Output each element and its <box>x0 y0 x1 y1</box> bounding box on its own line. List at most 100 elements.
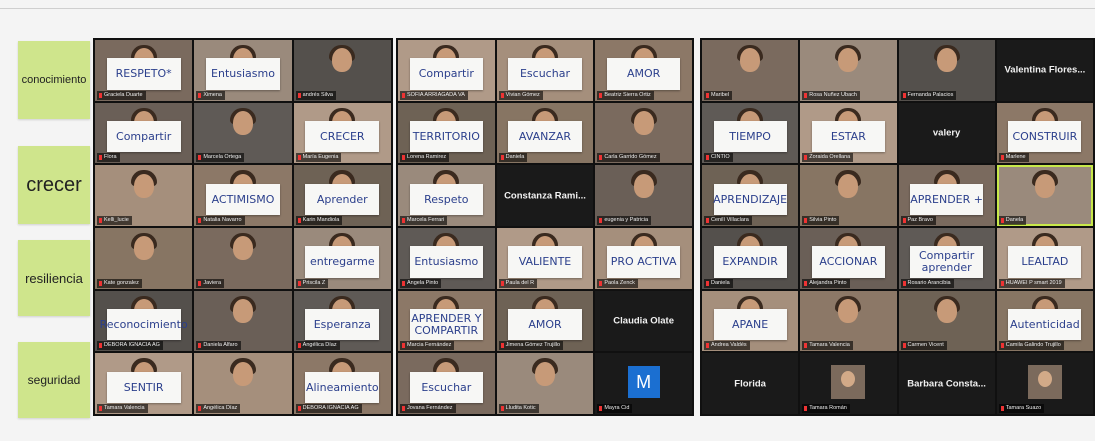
video-tile-mar-a-eugenia[interactable]: CRECER María Eugenia <box>293 102 391 164</box>
video-tile-tamara-rom-n[interactable]: Tamara Román <box>800 353 897 414</box>
handwritten-sign: AMOR <box>508 308 582 341</box>
participant-face <box>232 236 253 261</box>
participant-name-label: Priscila Z <box>295 278 329 288</box>
handwritten-sign: ACCIONAR <box>811 246 885 278</box>
participant-name-label: Angela Pinto <box>400 278 442 288</box>
video-tile-tamara-valencia[interactable]: SENTIR Tamara Valencia <box>95 353 193 414</box>
video-tile-barbara-consta[interactable]: Barbara Consta... <box>898 353 995 414</box>
video-tile-angela-pinto[interactable]: Entusiasmo Angela Pinto <box>398 228 495 289</box>
video-tile-ang-lica-d-az[interactable]: Esperanza Angélica Díaz <box>293 290 391 352</box>
video-tile-beatriz-sierra-ortiz[interactable]: AMOR Beatriz Sierra Ortiz <box>595 40 692 101</box>
participant-name-display: Barbara Consta... <box>907 378 986 390</box>
participant-name-label: Mayra Cid <box>597 403 633 413</box>
video-tile-andr-s-silva[interactable]: andrés Silva <box>293 40 391 101</box>
video-tile-paola-zenck[interactable]: PRO ACTIVA Paola Zenck <box>595 228 692 289</box>
video-tile-jimena-g-mez-trujillo[interactable]: AMOR Jimena Gómez Trujillo <box>496 290 594 352</box>
video-tile-debora-ignacia-ag[interactable]: Reconocimiento DEBORA IGNACIA AG <box>95 290 193 352</box>
video-tile-daniela-alfaro[interactable]: Daniela Alfaro <box>194 290 292 352</box>
video-tile-lludita-kotic[interactable]: Lludita Kotic <box>496 353 594 414</box>
participant-name-label: Natalia Navarro <box>196 215 245 225</box>
video-tile-tamara-suazo[interactable]: Tamara Suazo <box>996 353 1093 414</box>
participant-name-label: Rosario Arancibia <box>900 278 954 288</box>
handwritten-sign: LEALTAD <box>1008 246 1082 278</box>
video-tile-maribel[interactable]: Maribel <box>702 40 799 101</box>
participant-name-label: Graciela Duarte <box>97 90 146 100</box>
handwritten-sign: AMOR <box>606 58 681 90</box>
handwritten-sign: SENTIR <box>106 371 181 404</box>
video-tile-flora[interactable]: Compartir Flora <box>95 102 193 164</box>
handwritten-sign: entregarme <box>305 246 380 278</box>
video-tile-danela[interactable]: Danela <box>996 165 1093 226</box>
participant-name-label: Ximena <box>196 90 225 100</box>
participant-name-label: Jovana Fernández <box>400 403 456 413</box>
participant-name-label: Marcela Ferrari <box>400 215 448 225</box>
video-tile-andrea-vald-s[interactable]: APANE Andrea Valdés <box>702 290 799 352</box>
video-tile-ang-lica-d-az[interactable]: Angélica Díaz <box>194 353 292 414</box>
video-tile-javiera[interactable]: Javiera <box>194 228 292 289</box>
handwritten-sign: Compartir aprender <box>910 246 984 278</box>
handwritten-sign: TIEMPO <box>713 120 787 153</box>
video-tile-rosa-nu-ez-ubach[interactable]: Rosa Nuñez Ubach <box>800 40 897 101</box>
video-tile-carla-garrido-g-mez[interactable]: Carla Garrido Gómez <box>595 102 692 164</box>
video-tile-mayra-cid[interactable]: M Mayra Cid <box>595 353 692 414</box>
video-tile-daniela[interactable]: AVANZAR Daniela <box>496 102 594 164</box>
video-tile-cintio[interactable]: TIEMPO CINTIO <box>702 102 799 164</box>
handwritten-sign: Reconocimiento <box>100 308 188 341</box>
video-tile-karin-mandiola[interactable]: Aprender Karin Mandiola <box>293 165 391 226</box>
video-tile-sofia-arriagada-va[interactable]: Compartir SOFIA ARRIAGADA VA <box>398 40 495 101</box>
video-tile-ximena[interactable]: Entusiasmo Ximena <box>194 40 292 101</box>
participant-name-label: DEBORA IGNACIA AG <box>295 403 362 413</box>
participant-face <box>232 299 253 324</box>
sticky-note-seguridad: seguridad <box>18 342 90 418</box>
video-tile-debora-ignacia-ag[interactable]: Alineamiento DEBORA IGNACIA AG <box>293 353 391 414</box>
video-tile-vivian-g-mez[interactable]: Escuchar Vivian Gómez <box>496 40 594 101</box>
participant-name-label: Lludita Kotic <box>498 403 539 413</box>
participant-name-label: Carla Garrido Gómez <box>597 153 660 163</box>
participant-face <box>740 48 761 73</box>
video-grid-panel-1: RESPETO* Graciela Duarte Entusiasmo Ximena a… <box>93 38 393 416</box>
handwritten-sign: Entusiasmo <box>206 58 280 90</box>
video-tile-daniela[interactable]: EXPANDIR Daniela <box>702 228 799 289</box>
participant-name-label: Javiera <box>196 278 225 288</box>
top-divider <box>0 8 1095 9</box>
handwritten-sign: ESTAR <box>811 120 885 153</box>
video-tile-carmen-vicent[interactable]: Carmen Vicent <box>898 290 995 352</box>
video-tile-huawei-p-smart-2019[interactable]: LEALTAD HUAWEI P smart 2019 <box>996 228 1093 289</box>
video-tile-constanza-rami[interactable]: Constanza Rami... <box>496 165 594 226</box>
video-tile-valentina-flores[interactable]: Valentina Flores... <box>996 40 1093 101</box>
video-tile-eugenia-y-patricia[interactable]: eugenia y Patricia <box>595 165 692 226</box>
handwritten-sign: EXPANDIR <box>713 246 787 278</box>
video-tile-claudia-olate[interactable]: Claudia Olate <box>595 290 692 352</box>
participant-name-label: Tamara Román <box>802 403 850 413</box>
video-tile-marcela-ortega[interactable]: Marcela Ortega <box>194 102 292 164</box>
video-tile-marcela-ferrari[interactable]: Respeto Marcela Ferrari <box>398 165 495 226</box>
participant-name-label: Paola Zenck <box>597 278 638 288</box>
video-tile-fernanda-palacios[interactable]: Fernanda Palacios <box>898 40 995 101</box>
video-tile-paula-del-r[interactable]: VALIENTE Paula del R <box>496 228 594 289</box>
video-tile-marlene[interactable]: CONSTRUIR Marlene <box>996 102 1093 164</box>
avatar: M <box>627 365 660 398</box>
video-tile-cenil-villaclara[interactable]: APRENDIZAJE Cenilí Villaclara <box>702 165 799 226</box>
handwritten-sign: TERRITORIO <box>409 120 484 153</box>
video-tile-natalia-navarro[interactable]: ACTIMISMO Natalia Navarro <box>194 165 292 226</box>
video-tile-silvia-pinto[interactable]: Silvia Pinto <box>800 165 897 226</box>
video-tile-valery[interactable]: valery <box>898 102 995 164</box>
video-grid-panel-2: Compartir SOFIA ARRIAGADA VA Escuchar Vivia… <box>396 38 694 416</box>
video-tile-priscila-z[interactable]: entregarme Priscila Z <box>293 228 391 289</box>
video-tile-kate-gonzalez[interactable]: Kate gonzalez <box>95 228 193 289</box>
video-tile-lorena-ramirez[interactable]: TERRITORIO Lorena Ramirez <box>398 102 495 164</box>
participant-name-label: Andrea Valdés <box>704 341 750 351</box>
video-tile-camila-galindo-trujillo[interactable]: Autenticidad Camila Galindo Trujillo <box>996 290 1093 352</box>
video-tile-paz-bravo[interactable]: APRENDER + Paz Bravo <box>898 165 995 226</box>
video-tile-alejandra-pinto[interactable]: ACCIONAR Alejandra Pinto <box>800 228 897 289</box>
video-tile-rosario-arancibia[interactable]: Compartir aprender Rosario Arancibia <box>898 228 995 289</box>
participant-name-label: Vivian Gómez <box>498 90 543 100</box>
video-tile-tamara-valencia[interactable]: Tamara Valencia <box>800 290 897 352</box>
video-tile-zoraida-orellana[interactable]: ESTAR Zoraida Orellana <box>800 102 897 164</box>
video-tile-graciela-duarte[interactable]: RESPETO* Graciela Duarte <box>95 40 193 101</box>
video-tile-florida[interactable]: Florida <box>702 353 799 414</box>
video-tile-marcia-fern-ndez[interactable]: APRENDER Y COMPARTIR Marcia Fernández <box>398 290 495 352</box>
video-tile-jovana-fern-ndez[interactable]: Escuchar Jovana Fernández <box>398 353 495 414</box>
participant-name-label: HUAWEI P smart 2019 <box>998 278 1065 288</box>
video-tile-kelli-lucie[interactable]: Kelli_lucie <box>95 165 193 226</box>
